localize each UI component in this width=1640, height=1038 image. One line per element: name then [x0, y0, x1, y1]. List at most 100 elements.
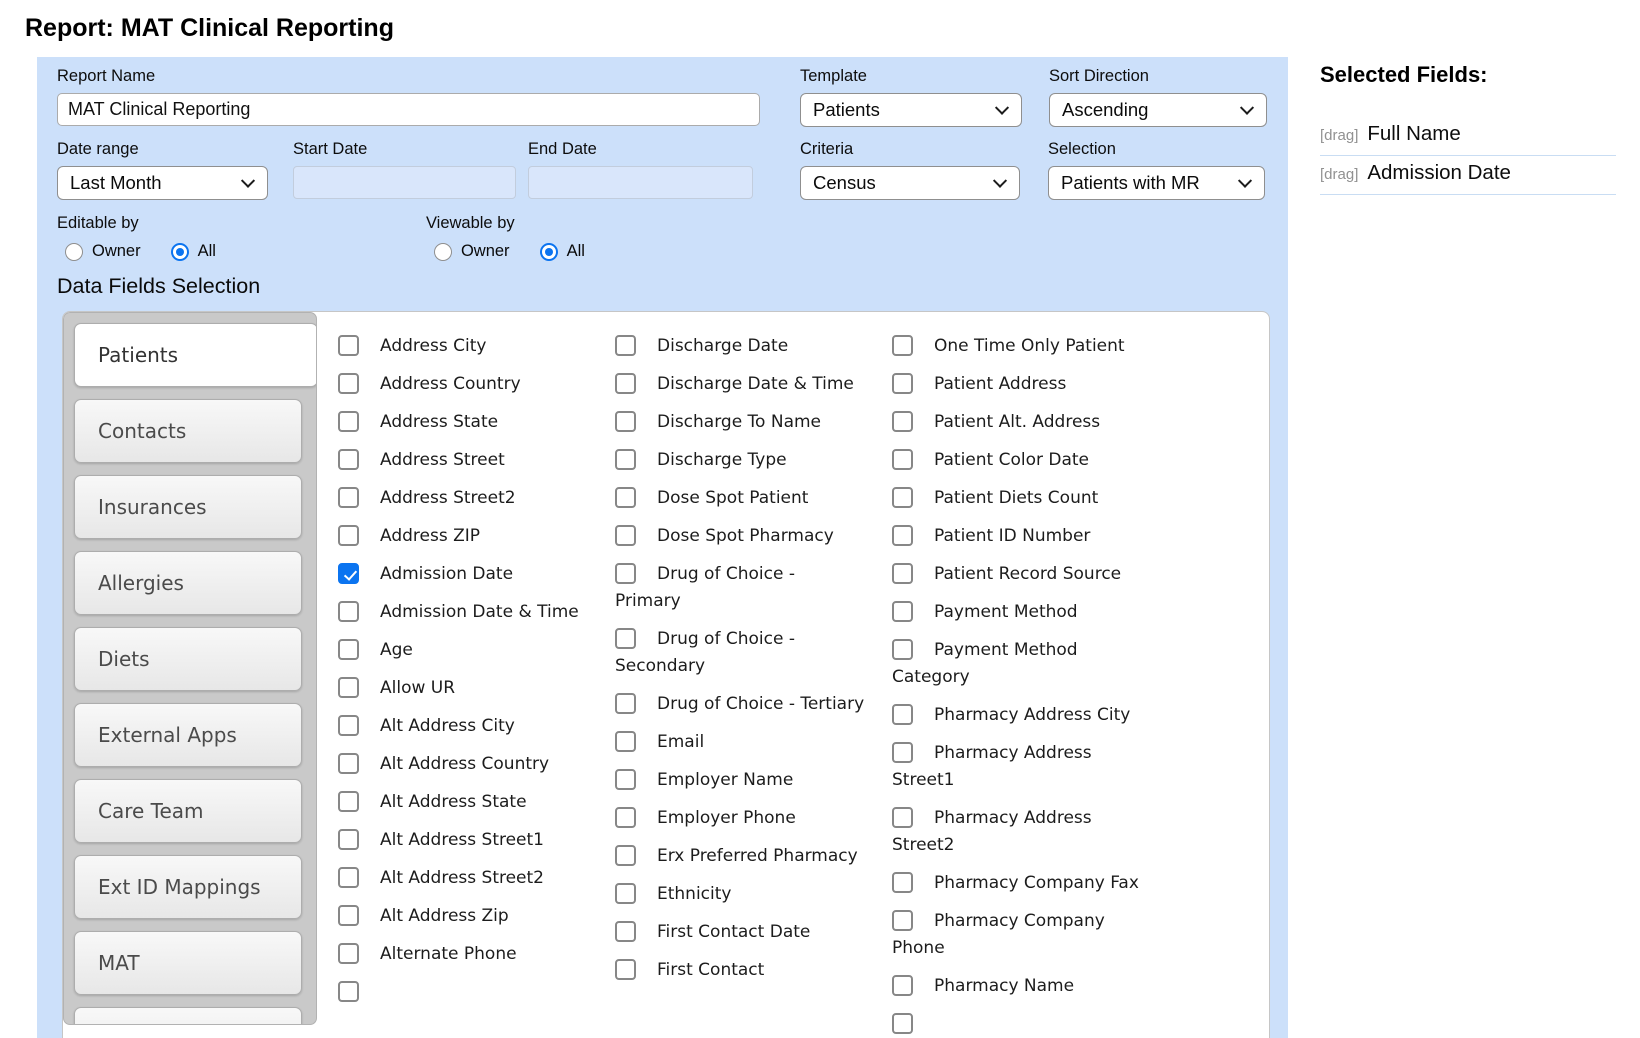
checkbox-icon[interactable] [892, 975, 913, 996]
criteria-select[interactable]: Census [800, 166, 1020, 200]
field-item[interactable]: Address Street [338, 447, 588, 474]
checkbox-icon[interactable] [338, 791, 359, 812]
checkbox-icon[interactable] [892, 742, 913, 763]
viewable-by-all-radio[interactable] [540, 243, 558, 261]
field-item[interactable]: Patient ID Number [892, 523, 1142, 550]
date-range-select[interactable]: Last Month [57, 166, 268, 200]
checkbox-icon[interactable] [892, 335, 913, 356]
field-item[interactable]: Alt Address State [338, 789, 588, 816]
field-item[interactable]: Erx Preferred Pharmacy [615, 843, 865, 870]
field-item[interactable]: Pharmacy Address City [892, 702, 1142, 729]
checkbox-icon[interactable] [615, 883, 636, 904]
field-item[interactable]: Address ZIP [338, 523, 588, 550]
checkbox-icon[interactable] [892, 525, 913, 546]
field-item[interactable] [892, 1011, 1142, 1038]
report-name-input[interactable] [57, 93, 760, 126]
field-item[interactable]: Pharmacy Company Phone [892, 908, 1142, 962]
field-item[interactable]: Alt Address Zip [338, 903, 588, 930]
checkbox-icon[interactable] [615, 563, 636, 584]
tab-ext-id-mappings[interactable]: Ext ID Mappings [74, 855, 302, 919]
checkbox-icon[interactable] [892, 639, 913, 660]
field-item[interactable]: Discharge Date [615, 333, 865, 360]
checkbox-icon[interactable] [338, 677, 359, 698]
checkbox-icon[interactable] [892, 704, 913, 725]
sort-direction-select[interactable]: Ascending [1049, 93, 1267, 127]
tab-patients[interactable]: Patients [74, 323, 317, 387]
checkbox-icon[interactable] [338, 981, 359, 1002]
editable-by-owner-radio[interactable] [65, 243, 83, 261]
editable-by-all-radio[interactable] [171, 243, 189, 261]
field-item[interactable]: Alt Address Street2 [338, 865, 588, 892]
field-item[interactable]: Discharge To Name [615, 409, 865, 436]
field-item[interactable]: Pharmacy Address Street2 [892, 805, 1142, 859]
tab-care-team[interactable]: Care Team [74, 779, 302, 843]
field-item[interactable]: Patient Alt. Address [892, 409, 1142, 436]
checkbox-icon[interactable] [338, 487, 359, 508]
selection-select[interactable]: Patients with MR [1048, 166, 1265, 200]
checkbox-icon[interactable] [892, 1013, 913, 1034]
field-item[interactable]: Pharmacy Name [892, 973, 1142, 1000]
checkbox-icon[interactable] [615, 959, 636, 980]
checkbox-checked-icon[interactable] [338, 563, 359, 584]
checkbox-icon[interactable] [338, 829, 359, 850]
checkbox-icon[interactable] [892, 411, 913, 432]
checkbox-icon[interactable] [338, 411, 359, 432]
field-item[interactable]: Discharge Date & Time [615, 371, 865, 398]
checkbox-icon[interactable] [615, 335, 636, 356]
checkbox-icon[interactable] [615, 693, 636, 714]
field-item[interactable]: Drug of Choice - Tertiary [615, 691, 865, 718]
checkbox-icon[interactable] [892, 563, 913, 584]
field-item[interactable]: Dose Spot Pharmacy [615, 523, 865, 550]
tab-partial[interactable] [74, 1007, 302, 1025]
checkbox-icon[interactable] [615, 628, 636, 649]
checkbox-icon[interactable] [892, 601, 913, 622]
field-item[interactable]: Drug of Choice - Primary [615, 561, 865, 615]
field-item[interactable]: One Time Only Patient [892, 333, 1142, 360]
checkbox-icon[interactable] [615, 411, 636, 432]
checkbox-icon[interactable] [615, 449, 636, 470]
field-item[interactable]: Drug of Choice - Secondary [615, 626, 865, 680]
checkbox-icon[interactable] [615, 921, 636, 942]
checkbox-icon[interactable] [892, 487, 913, 508]
checkbox-icon[interactable] [338, 943, 359, 964]
tab-mat[interactable]: MAT [74, 931, 302, 995]
checkbox-icon[interactable] [615, 807, 636, 828]
selected-field-admission-date[interactable]: [drag] Admission Date [1320, 156, 1616, 195]
drag-handle[interactable]: [drag] [1320, 127, 1358, 144]
checkbox-icon[interactable] [338, 601, 359, 622]
tab-contacts[interactable]: Contacts [74, 399, 302, 463]
field-item[interactable]: Patient Address [892, 371, 1142, 398]
checkbox-icon[interactable] [338, 753, 359, 774]
checkbox-icon[interactable] [615, 845, 636, 866]
field-item[interactable]: Employer Name [615, 767, 865, 794]
field-item[interactable]: First Contact [615, 957, 865, 984]
field-item-admission-date[interactable]: Admission Date [338, 561, 588, 588]
field-item[interactable]: Admission Date & Time [338, 599, 588, 626]
checkbox-icon[interactable] [338, 905, 359, 926]
field-item[interactable]: Email [615, 729, 865, 756]
field-item[interactable]: Payment Method [892, 599, 1142, 626]
checkbox-icon[interactable] [892, 807, 913, 828]
viewable-by-owner-radio[interactable] [434, 243, 452, 261]
field-item[interactable]: Address City [338, 333, 588, 360]
field-item[interactable]: Patient Diets Count [892, 485, 1142, 512]
field-item[interactable]: Ethnicity [615, 881, 865, 908]
field-item[interactable]: Address Street2 [338, 485, 588, 512]
field-item[interactable]: Alt Address Street1 [338, 827, 588, 854]
selected-field-full-name[interactable]: [drag] Full Name [1320, 117, 1616, 156]
field-item[interactable]: Pharmacy Address Street1 [892, 740, 1142, 794]
tab-insurances[interactable]: Insurances [74, 475, 302, 539]
checkbox-icon[interactable] [892, 910, 913, 931]
field-item[interactable]: Patient Record Source [892, 561, 1142, 588]
field-item[interactable]: Pharmacy Company Fax [892, 870, 1142, 897]
checkbox-icon[interactable] [338, 639, 359, 660]
field-item[interactable]: Address State [338, 409, 588, 436]
field-item[interactable]: Alternate Phone [338, 941, 588, 968]
field-item[interactable]: Payment Method Category [892, 637, 1142, 691]
field-item[interactable]: Alt Address City [338, 713, 588, 740]
checkbox-icon[interactable] [615, 373, 636, 394]
field-item[interactable]: Alt Address Country [338, 751, 588, 778]
field-item[interactable]: First Contact Date [615, 919, 865, 946]
field-item[interactable]: Employer Phone [615, 805, 865, 832]
field-item[interactable]: Discharge Type [615, 447, 865, 474]
